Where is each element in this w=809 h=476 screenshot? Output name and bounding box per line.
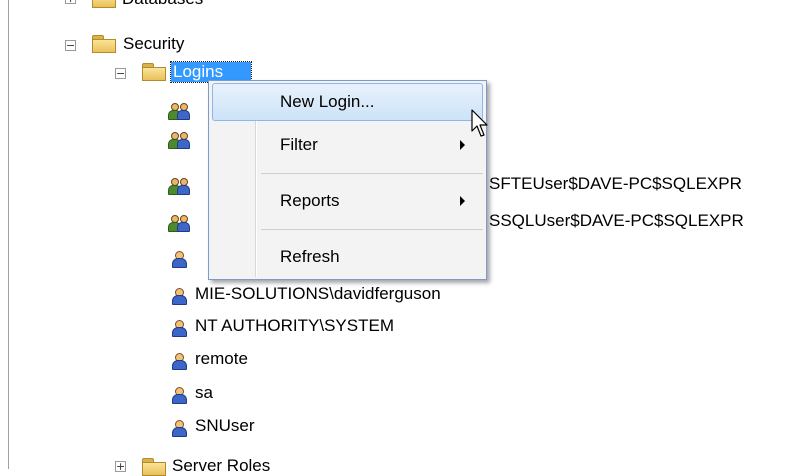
menu-item-refresh[interactable]: Refresh	[212, 238, 483, 276]
user-login-icon	[170, 319, 187, 337]
menu-separator	[261, 173, 483, 174]
group-login-icon	[168, 213, 190, 233]
submenu-arrow-icon	[460, 196, 465, 206]
tree-item-login[interactable]: NT AUTHORITY\SYSTEM	[195, 316, 394, 336]
tree-item-databases[interactable]: Databases	[122, 0, 203, 9]
group-login-icon	[168, 176, 190, 196]
user-login-icon	[170, 352, 187, 370]
user-login-icon	[170, 287, 187, 305]
submenu-arrow-icon	[460, 140, 465, 150]
tree-item-login[interactable]: SFTEUser$DAVE-PC$SQLEXPR	[489, 174, 742, 194]
tree-item-login[interactable]: remote	[195, 349, 248, 369]
tree-item-security[interactable]: Security	[123, 34, 184, 54]
user-login-icon	[170, 386, 187, 404]
mouse-cursor-icon	[471, 109, 488, 137]
tree-item-login[interactable]: SNUser	[195, 416, 255, 436]
group-login-icon	[168, 101, 190, 121]
menu-item-reports[interactable]: Reports	[212, 182, 483, 220]
tree-left-border	[8, 0, 9, 469]
user-login-icon	[170, 419, 187, 437]
menu-item-label: Reports	[280, 191, 340, 210]
tree-item-server-roles[interactable]: Server Roles	[172, 456, 270, 476]
tree-item-login[interactable]: MIE-SOLUTIONS\davidferguson	[195, 284, 441, 304]
menu-separator	[261, 229, 483, 230]
tree-item-login[interactable]: SSQLUser$DAVE-PC$SQLEXPR	[489, 211, 744, 231]
server-roles-folder-icon	[142, 458, 166, 476]
security-folder-icon	[92, 35, 116, 53]
databases-folder-icon	[92, 0, 116, 8]
menu-item-new-login[interactable]: New Login...	[212, 83, 483, 121]
logins-expander[interactable]: −	[115, 68, 126, 79]
menu-item-label: New Login...	[280, 92, 375, 111]
security-expander[interactable]: −	[65, 40, 76, 51]
tree-item-login[interactable]: sa	[195, 383, 213, 403]
tree-item-logins[interactable]: Logins	[170, 61, 252, 83]
user-login-icon	[170, 250, 187, 268]
menu-item-label: Filter	[280, 135, 318, 154]
group-login-icon	[168, 130, 190, 150]
logins-folder-icon	[142, 63, 166, 81]
server-roles-expander[interactable]: +	[115, 461, 126, 472]
menu-item-filter[interactable]: Filter	[212, 126, 483, 164]
menu-item-label: Refresh	[280, 247, 340, 266]
databases-expander[interactable]: +	[65, 0, 76, 4]
context-menu: New Login... Filter Reports Refresh	[208, 80, 487, 280]
